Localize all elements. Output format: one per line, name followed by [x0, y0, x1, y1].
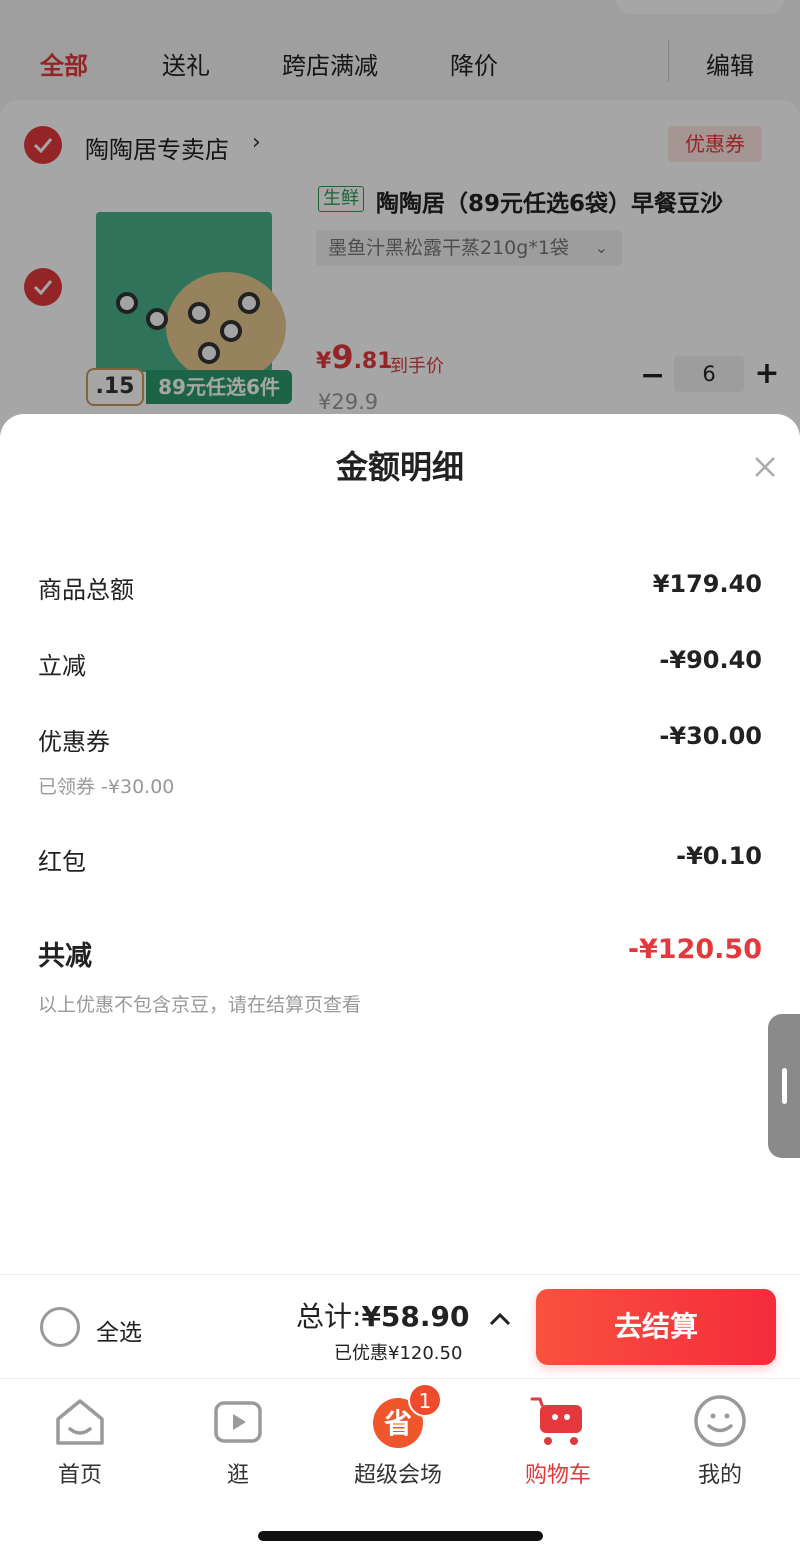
nav-cart[interactable]: 购物车 [498, 1393, 618, 1489]
floating-side-handle[interactable] [768, 1014, 800, 1158]
modal-overlay[interactable] [0, 0, 800, 440]
row-coupon: 优惠券 -¥30.00 [38, 722, 762, 756]
video-icon [214, 1401, 262, 1443]
chevron-up-icon[interactable] [488, 1311, 512, 1327]
amount-detail-sheet: 金额明细 商品总额 ¥179.40 立减 -¥90.40 优惠券 -¥30.00… [0, 414, 800, 1274]
nav-profile[interactable]: 我的 [660, 1393, 780, 1489]
row-instant-discount: 立减 -¥90.40 [38, 646, 762, 680]
cart-icon [530, 1397, 582, 1445]
select-all-radio[interactable] [40, 1307, 80, 1347]
disclaimer: 以上优惠不包含京豆，请在结算页查看 [38, 994, 362, 1016]
svg-text:省: 省 [384, 1407, 412, 1440]
nav-super-venue[interactable]: 省 1 超级会场 [338, 1383, 458, 1489]
checkout-bar: 全选 总计:¥58.90 已优惠¥120.50 去结算 [0, 1274, 800, 1378]
home-icon [56, 1399, 104, 1445]
row-total-discount: 共减 -¥120.50 [38, 934, 762, 972]
saved-amount: 已优惠¥120.50 [334, 1343, 463, 1364]
profile-icon [694, 1395, 746, 1447]
notification-badge: 1 [408, 1383, 442, 1417]
close-icon[interactable] [752, 454, 778, 480]
nav-home[interactable]: 首页 [20, 1393, 140, 1489]
row-red-packet: 红包 -¥0.10 [38, 842, 762, 876]
coupon-note: 已领券 -¥30.00 [38, 776, 175, 798]
nav-browse[interactable]: 逛 [178, 1393, 298, 1489]
select-all-label[interactable]: 全选 [96, 1313, 142, 1347]
home-indicator [258, 1531, 543, 1541]
sheet-title: 金额明细 [335, 448, 464, 486]
row-goods-total: 商品总额 ¥179.40 [38, 570, 762, 604]
total-price: 总计:¥58.90 [296, 1300, 470, 1333]
checkout-button[interactable]: 去结算 [536, 1289, 776, 1365]
